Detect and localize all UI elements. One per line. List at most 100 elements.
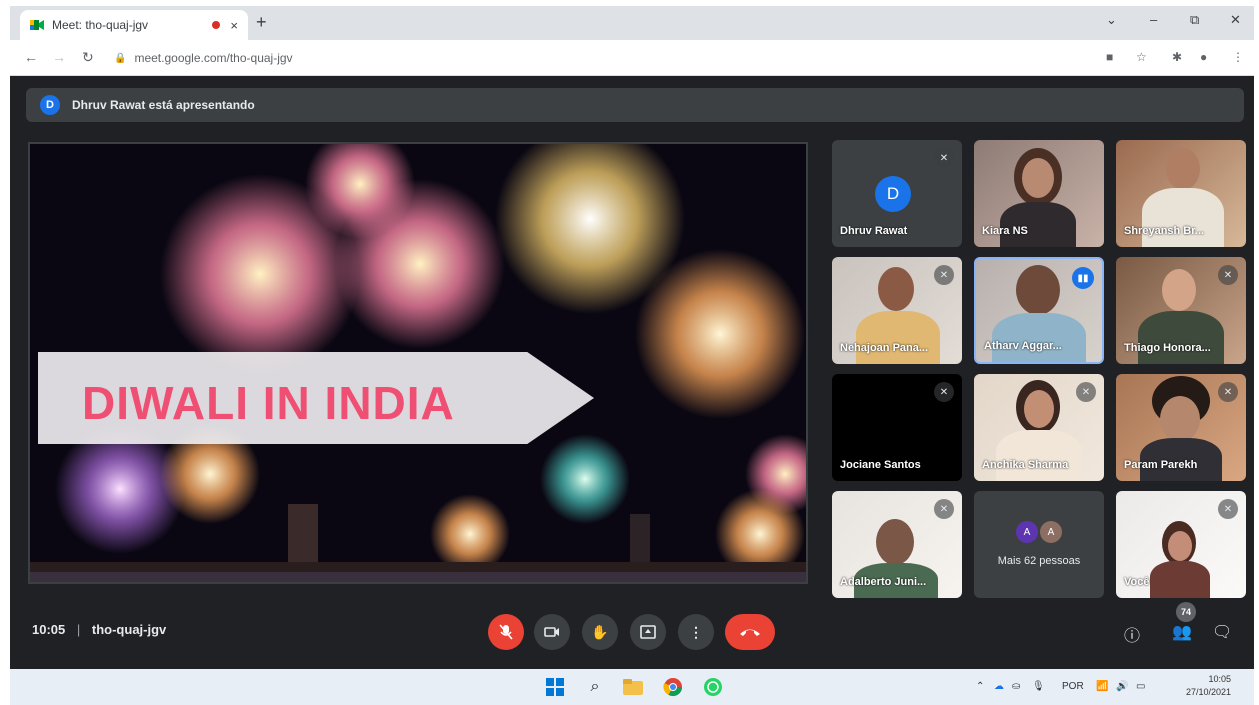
chrome-icon[interactable] <box>662 676 684 698</box>
clock-time: 10:05 <box>1208 674 1232 684</box>
lock-icon: 🔒 <box>114 52 127 64</box>
mic-off-icon: ✕ <box>1218 499 1238 519</box>
restore-button[interactable]: ⧉ <box>1190 12 1199 28</box>
onedrive-icon[interactable]: ☁ <box>994 681 1004 692</box>
forward-arrow-icon[interactable]: → <box>52 49 66 65</box>
windows-start-icon[interactable] <box>544 676 566 698</box>
close-window-button[interactable]: ✕ <box>1230 12 1241 28</box>
raise-hand-icon: ✋ <box>591 623 609 640</box>
more-participants-tile[interactable]: A A Mais 62 pessoas <box>974 491 1104 598</box>
mic-off-icon: ✕ <box>934 265 954 285</box>
raise-hand-button[interactable]: ✋ <box>582 614 618 650</box>
slide-bottom-band <box>30 572 806 582</box>
participant-avatar: A <box>1016 521 1038 543</box>
tab-search-icon[interactable]: ⌄ <box>1106 12 1117 28</box>
meeting-divider: | <box>76 622 81 637</box>
participant-count-badge: 74 <box>1176 602 1196 622</box>
participant-tile[interactable]: ✕ Param Parekh <box>1116 374 1246 481</box>
mic-toggle-button[interactable] <box>488 614 524 650</box>
mic-off-icon: ✕ <box>934 499 954 519</box>
participant-name: Jociane Santos <box>840 459 921 471</box>
profile-icon[interactable]: ● <box>1200 50 1207 64</box>
battery-icon[interactable]: ▭ <box>1136 681 1145 692</box>
url-text: meet.google.com/tho-quaj-jgv <box>134 51 293 65</box>
participant-name: Dhruv Rawat <box>840 225 908 237</box>
participant-avatar: D <box>875 176 911 212</box>
more-participants-label: Mais 62 pessoas <box>997 555 1081 567</box>
participant-tile[interactable]: ✕ Thiago Honora... <box>1116 257 1246 364</box>
camera-toggle-button[interactable] <box>534 614 570 650</box>
participant-tile[interactable]: ✕ Jociane Santos <box>832 374 962 481</box>
file-explorer-icon[interactable] <box>622 676 644 698</box>
back-arrow-icon[interactable]: ← <box>24 49 38 65</box>
leave-call-button[interactable] <box>725 614 775 650</box>
participant-name: Shreyansh Br... <box>1124 225 1205 237</box>
microphone-icon[interactable]: 🎙 <box>1032 681 1045 692</box>
browser-tab[interactable]: Meet: tho-quaj-jgv × <box>20 10 248 40</box>
participant-name: Atharv Aggar... <box>984 340 1062 352</box>
meeting-controls: 10:05 | tho-quaj-jgv ✋ ⋮ ⓘ 74 👥 🗨 <box>10 596 1254 669</box>
participant-video <box>1016 265 1060 315</box>
chat-icon[interactable]: 🗨 <box>1212 622 1232 642</box>
network-drive-icon[interactable]: ⛀ <box>1012 681 1020 692</box>
show-hidden-icons-icon[interactable]: ⌃ <box>976 681 984 692</box>
tab-close-icon[interactable]: × <box>230 18 238 33</box>
meeting-details: 10:05 | tho-quaj-jgv <box>32 622 166 637</box>
more-vert-icon: ⋮ <box>689 623 703 640</box>
mic-off-icon <box>499 624 513 640</box>
participant-name: Anchika Sharma <box>982 459 1069 471</box>
mic-off-icon: ✕ <box>1218 382 1238 402</box>
meeting-details-icon[interactable]: ⓘ <box>1124 622 1140 646</box>
reload-icon[interactable]: ↻ <box>82 49 94 66</box>
participant-name: Thiago Honora... <box>1124 342 1211 354</box>
participant-tile[interactable]: ✕ Você <box>1116 491 1246 598</box>
participant-video <box>878 267 914 311</box>
participant-name: Adalberto Juni... <box>840 576 927 588</box>
browser-menu-icon[interactable]: ⋮ <box>1232 50 1244 64</box>
new-tab-button[interactable]: + <box>256 12 267 33</box>
presenter-avatar: D <box>40 95 60 115</box>
meet-window: D Dhruv Rawat está apresentando DIWALI I… <box>10 76 1254 669</box>
address-bar[interactable]: 🔒 meet.google.com/tho-quaj-jgv <box>114 45 1194 71</box>
speaking-indicator-icon: ▮▮ <box>1072 267 1094 289</box>
participant-name: Kiara NS <box>982 225 1028 237</box>
participant-tile[interactable]: Kiara NS <box>974 140 1104 247</box>
people-icon[interactable]: 👥 <box>1172 622 1192 642</box>
bookmark-star-icon[interactable]: ☆ <box>1136 50 1147 64</box>
wifi-icon[interactable]: 📶 <box>1096 681 1108 692</box>
participant-video <box>1166 148 1200 190</box>
tab-title: Meet: tho-quaj-jgv <box>52 18 149 32</box>
recording-indicator-icon <box>212 21 221 29</box>
minimize-button[interactable]: – <box>1150 12 1157 27</box>
camera-in-use-icon[interactable]: ■ <box>1106 50 1113 64</box>
clock[interactable]: 10:05 27/10/2021 <box>1186 673 1231 699</box>
volume-icon[interactable]: 🔊 <box>1116 681 1128 692</box>
mic-off-icon: ✕ <box>1218 265 1238 285</box>
participant-tile[interactable]: D ✕ Dhruv Rawat <box>832 140 962 247</box>
google-meet-icon <box>30 19 44 31</box>
participant-tile[interactable]: ✕ Anchika Sharma <box>974 374 1104 481</box>
presenting-bar: D Dhruv Rawat está apresentando <box>26 88 1244 122</box>
participant-tile[interactable]: ▮▮ Atharv Aggar... <box>974 257 1104 364</box>
slide-title: DIWALI IN INDIA <box>82 377 455 429</box>
more-options-button[interactable]: ⋮ <box>678 614 714 650</box>
participant-tile[interactable]: ✕ Adalberto Juni... <box>832 491 962 598</box>
participant-avatar: A <box>1040 521 1062 543</box>
participant-tile[interactable]: Shreyansh Br... <box>1116 140 1246 247</box>
participant-video <box>876 519 914 565</box>
mic-off-icon: ✕ <box>934 148 954 168</box>
video-camera-icon <box>544 627 559 637</box>
input-language[interactable]: POR <box>1062 681 1084 692</box>
search-icon[interactable]: ⌕ <box>584 676 606 698</box>
browser-toolbar: ← → ↻ 🔒 meet.google.com/tho-quaj-jgv ■ ☆… <box>10 40 1254 76</box>
present-screen-icon <box>640 625 656 639</box>
whatsapp-icon[interactable] <box>702 676 724 698</box>
mic-off-icon: ✕ <box>934 382 954 402</box>
presenting-text: Dhruv Rawat está apresentando <box>72 98 255 112</box>
extensions-puzzle-icon[interactable]: ✱ <box>1172 50 1182 64</box>
present-screen-button[interactable] <box>630 614 666 650</box>
hang-up-icon <box>740 629 760 636</box>
participant-name: Você <box>1124 576 1150 588</box>
participant-tile[interactable]: ✕ Nehajoan Pana... <box>832 257 962 364</box>
presentation-slide: DIWALI IN INDIA <box>28 142 808 584</box>
